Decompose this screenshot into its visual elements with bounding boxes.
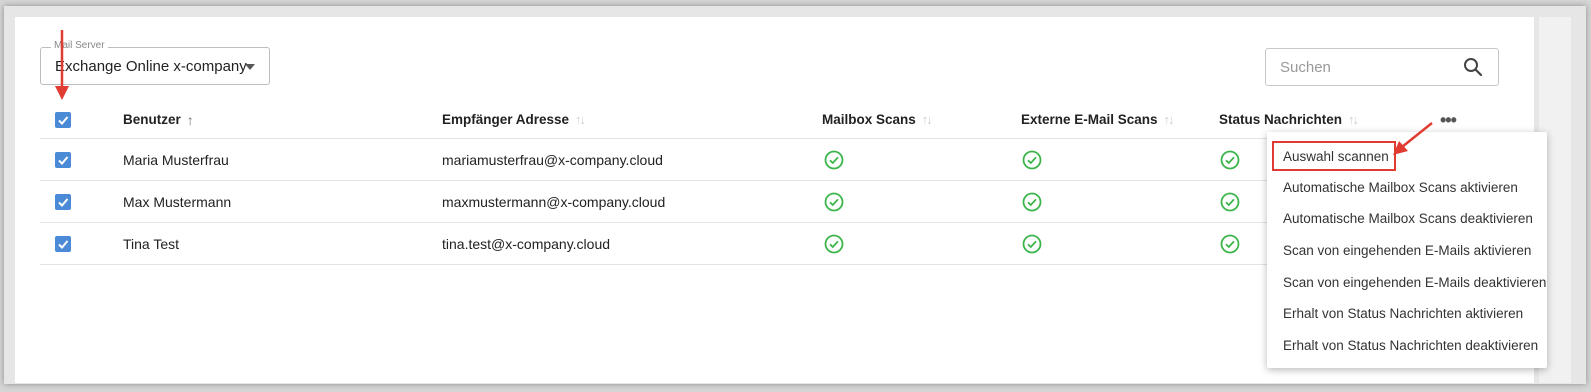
- sort-ascending-icon: ↑: [186, 111, 194, 128]
- chevron-down-icon: [245, 64, 255, 70]
- arrow-left-icon: [1393, 122, 1433, 155]
- actions-menu: Auswahl scannen Automatische Mailbox Sca…: [1267, 132, 1547, 368]
- user-name: Max Mustermann: [123, 193, 232, 210]
- user-name: Maria Musterfrau: [123, 151, 229, 168]
- column-header-user[interactable]: Benutzer ↑: [123, 101, 194, 138]
- menu-item-disable-incoming-scan[interactable]: Scan von eingehenden E-Mails deaktiviere…: [1283, 275, 1546, 290]
- check-circle-icon: [824, 181, 844, 222]
- column-header-address[interactable]: Empfänger Adresse ↑↓: [442, 101, 586, 138]
- column-header-external-scans[interactable]: Externe E-Mail Scans ↑↓: [1021, 101, 1175, 138]
- menu-item-enable-auto-mailbox-scans[interactable]: Automatische Mailbox Scans aktivieren: [1283, 180, 1518, 195]
- menu-item-enable-status-messages[interactable]: Erhalt von Status Nachrichten aktivieren: [1283, 306, 1523, 321]
- row-checkbox[interactable]: [55, 139, 71, 180]
- check-circle-icon: [1022, 181, 1042, 222]
- row-checkbox[interactable]: [55, 223, 71, 264]
- check-circle-icon: [1220, 223, 1240, 264]
- sort-icon: ↑↓: [1348, 112, 1359, 127]
- menu-item-disable-status-messages[interactable]: Erhalt von Status Nachrichten deaktivier…: [1283, 338, 1538, 353]
- search-icon[interactable]: [1463, 57, 1483, 77]
- check-circle-icon: [1220, 139, 1240, 180]
- mail-server-select[interactable]: Mail Server Exchange Online x-company: [40, 40, 270, 85]
- sort-icon: ↑↓: [921, 112, 933, 127]
- menu-item-enable-incoming-scan[interactable]: Scan von eingehenden E-Mails aktivieren: [1283, 243, 1531, 258]
- select-all-checkbox[interactable]: [55, 101, 71, 138]
- checkmark-icon: [58, 197, 69, 207]
- row-checkbox[interactable]: [55, 181, 71, 222]
- column-header-mailbox-scans[interactable]: Mailbox Scans ↑↓: [822, 101, 933, 138]
- menu-item-scan-selection[interactable]: Auswahl scannen: [1283, 149, 1389, 164]
- user-name: Tina Test: [123, 235, 180, 252]
- more-actions-button[interactable]: •••: [1440, 110, 1457, 131]
- check-circle-icon: [1022, 223, 1042, 264]
- menu-item-disable-auto-mailbox-scans[interactable]: Automatische Mailbox Scans deaktivieren: [1283, 211, 1533, 226]
- checkmark-icon: [58, 155, 69, 165]
- mail-server-value: Exchange Online x-company: [55, 58, 247, 75]
- check-circle-icon: [1220, 181, 1240, 222]
- recipient-address: tina.test@x-company.cloud: [442, 235, 611, 252]
- arrow-down-icon: [55, 30, 69, 100]
- sort-icon: ↑↓: [575, 112, 586, 127]
- sort-icon: ↑↓: [1163, 112, 1175, 127]
- checkmark-icon: [58, 115, 69, 125]
- recipient-address: maxmustermann@x-company.cloud: [442, 193, 666, 210]
- check-circle-icon: [824, 223, 844, 264]
- checkmark-icon: [58, 239, 69, 249]
- check-circle-icon: [1022, 139, 1042, 180]
- check-circle-icon: [824, 139, 844, 180]
- recipient-address: mariamusterfrau@x-company.cloud: [442, 151, 663, 168]
